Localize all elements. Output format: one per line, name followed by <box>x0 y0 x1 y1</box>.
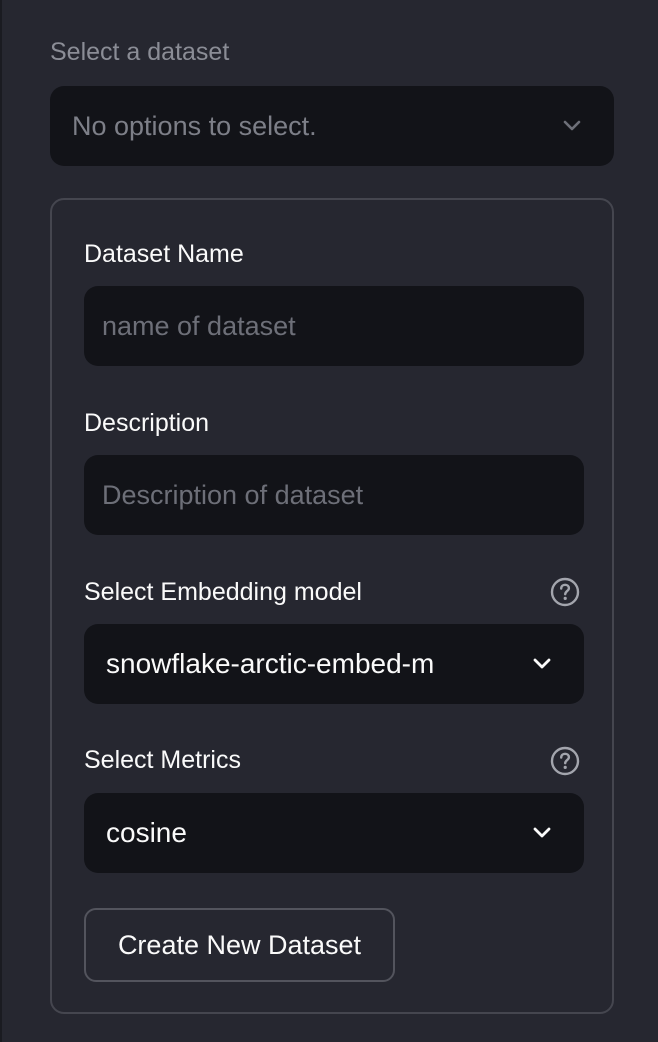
embedding-model-select[interactable]: snowflake-arctic-embed-m <box>84 624 584 704</box>
create-dataset-button[interactable]: Create New Dataset <box>84 908 395 982</box>
description-placeholder: Description of dataset <box>102 479 364 510</box>
create-dataset-form: Dataset Name name of dataset Description… <box>50 198 614 1014</box>
metrics-select[interactable]: cosine <box>84 793 584 873</box>
dataset-select-value: No options to select. <box>72 110 317 141</box>
dataset-select[interactable]: No options to select. <box>50 86 614 166</box>
dataset-name-input[interactable]: name of dataset <box>84 286 584 366</box>
dataset-select-label: Select a dataset <box>50 38 230 66</box>
dataset-name-placeholder: name of dataset <box>102 310 296 341</box>
metrics-label: Select Metrics <box>84 746 241 774</box>
question-circle-icon[interactable] <box>550 746 580 776</box>
dataset-name-label: Dataset Name <box>84 240 244 268</box>
embedding-model-label: Select Embedding model <box>84 578 362 606</box>
sidebar-panel: Select a dataset No options to select. D… <box>0 0 658 1042</box>
metrics-value: cosine <box>106 817 187 848</box>
chevron-down-icon <box>532 657 552 671</box>
chevron-down-icon <box>562 119 582 133</box>
description-input[interactable]: Description of dataset <box>84 455 584 535</box>
embedding-model-value: snowflake-arctic-embed-m <box>106 648 435 679</box>
description-label: Description <box>84 409 210 437</box>
question-circle-icon[interactable] <box>550 577 580 607</box>
chevron-down-icon <box>532 826 552 840</box>
